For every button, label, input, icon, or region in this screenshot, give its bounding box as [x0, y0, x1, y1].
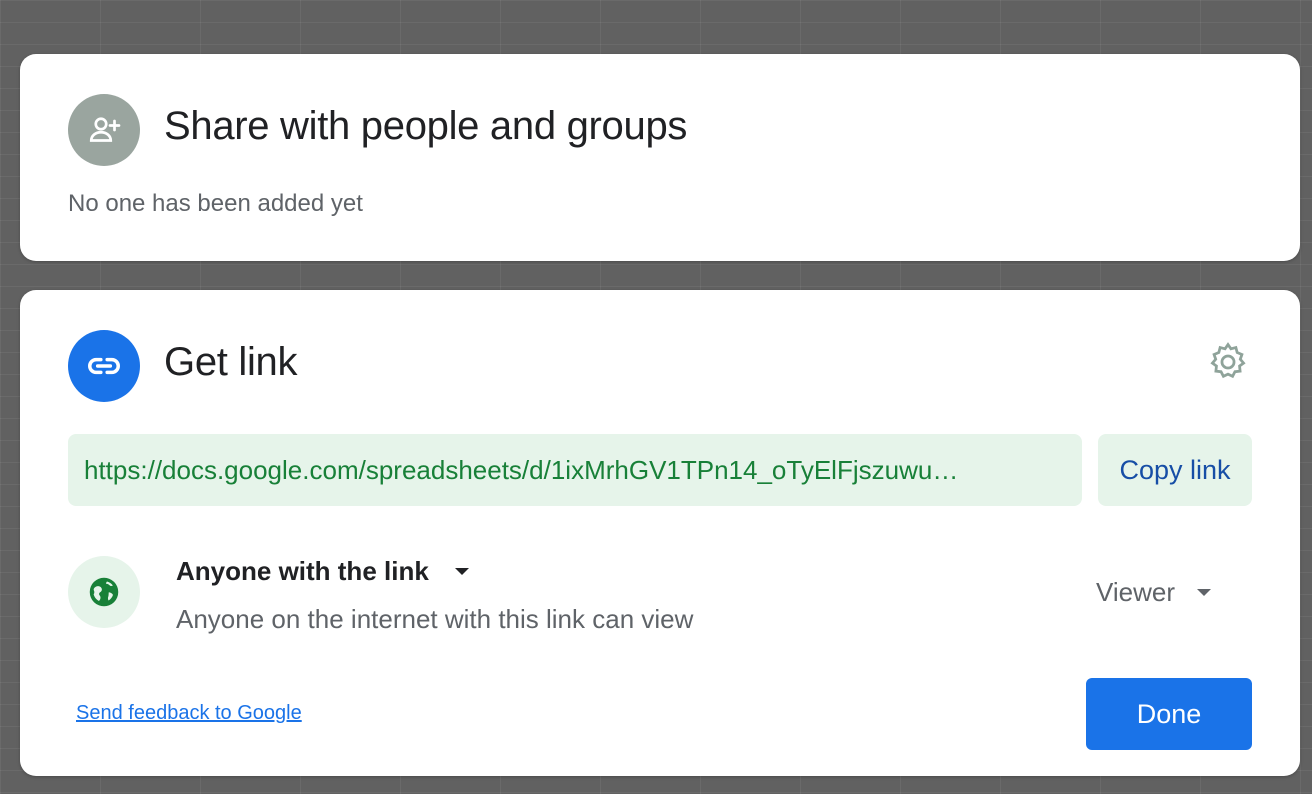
- caret-down-icon: [454, 568, 469, 575]
- get-link-title: Get link: [164, 340, 298, 384]
- share-people-card: Share with people and groups No one has …: [20, 54, 1300, 261]
- copy-link-button[interactable]: Copy link: [1098, 434, 1252, 506]
- role-label: Viewer: [1096, 577, 1176, 607]
- globe-icon: [68, 556, 140, 628]
- general-access-description: Anyone on the internet with this link ca…: [176, 604, 694, 634]
- share-url-field[interactable]: https://docs.google.com/spreadsheets/d/1…: [68, 434, 1082, 506]
- link-icon: [68, 330, 140, 402]
- share-title: Share with people and groups: [164, 104, 688, 148]
- send-feedback-link[interactable]: Send feedback to Google: [76, 702, 302, 725]
- gear-icon: [1206, 340, 1250, 389]
- done-button[interactable]: Done: [1086, 678, 1252, 750]
- person-add-icon: [68, 94, 140, 166]
- caret-down-icon: [1197, 589, 1212, 596]
- get-link-card: Get link https://docs.google.com/spreads…: [20, 290, 1300, 776]
- role-dropdown[interactable]: Viewer: [1096, 577, 1212, 608]
- empty-share-note: No one has been added yet: [68, 190, 363, 217]
- general-access-label: Anyone with the link: [176, 556, 429, 586]
- general-access-dropdown[interactable]: Anyone with the link: [176, 556, 469, 587]
- settings-button[interactable]: [1204, 340, 1252, 388]
- share-url-text[interactable]: https://docs.google.com/spreadsheets/d/1…: [84, 455, 1066, 486]
